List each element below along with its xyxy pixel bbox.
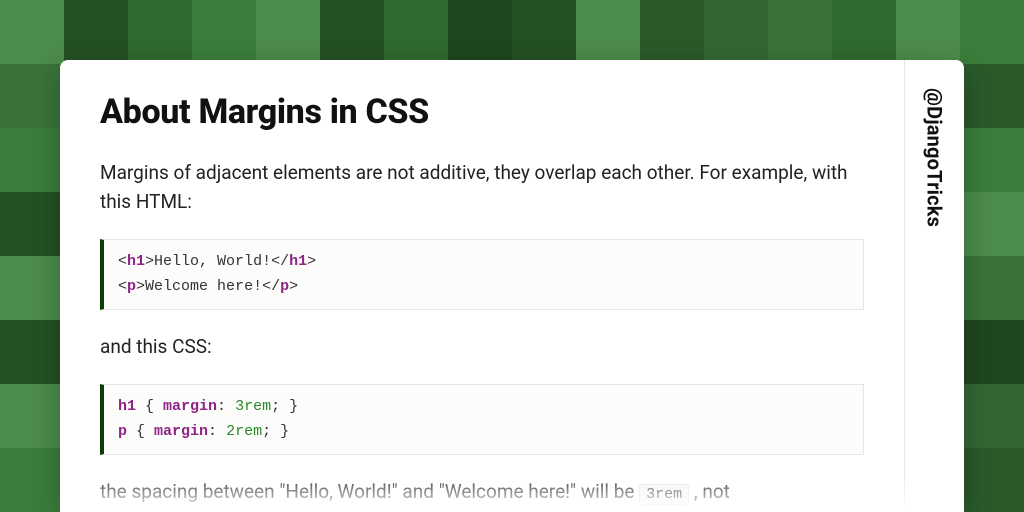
author-handle: @DjangoTricks (923, 88, 947, 227)
mid-paragraph: and this CSS: (100, 332, 864, 361)
intro-paragraph: Margins of adjacent elements are not add… (100, 158, 864, 217)
sidebar: @DjangoTricks (904, 60, 964, 512)
article-title: About Margins in CSS (100, 92, 864, 132)
article-card: About Margins in CSS Margins of adjacent… (60, 60, 964, 512)
inline-code-3rem: 3rem (639, 484, 689, 505)
code-block-html: <h1>Hello, World!</h1> <p>Welcome here!<… (100, 239, 864, 311)
article-content: About Margins in CSS Margins of adjacent… (60, 60, 904, 512)
code-block-css: h1 { margin: 3rem; } p { margin: 2rem; } (100, 384, 864, 456)
outro-text-pre: the spacing between "Hello, World!" and … (100, 480, 639, 503)
outro-paragraph: the spacing between "Hello, World!" and … (100, 477, 864, 506)
outro-text-post: , not (689, 480, 730, 503)
